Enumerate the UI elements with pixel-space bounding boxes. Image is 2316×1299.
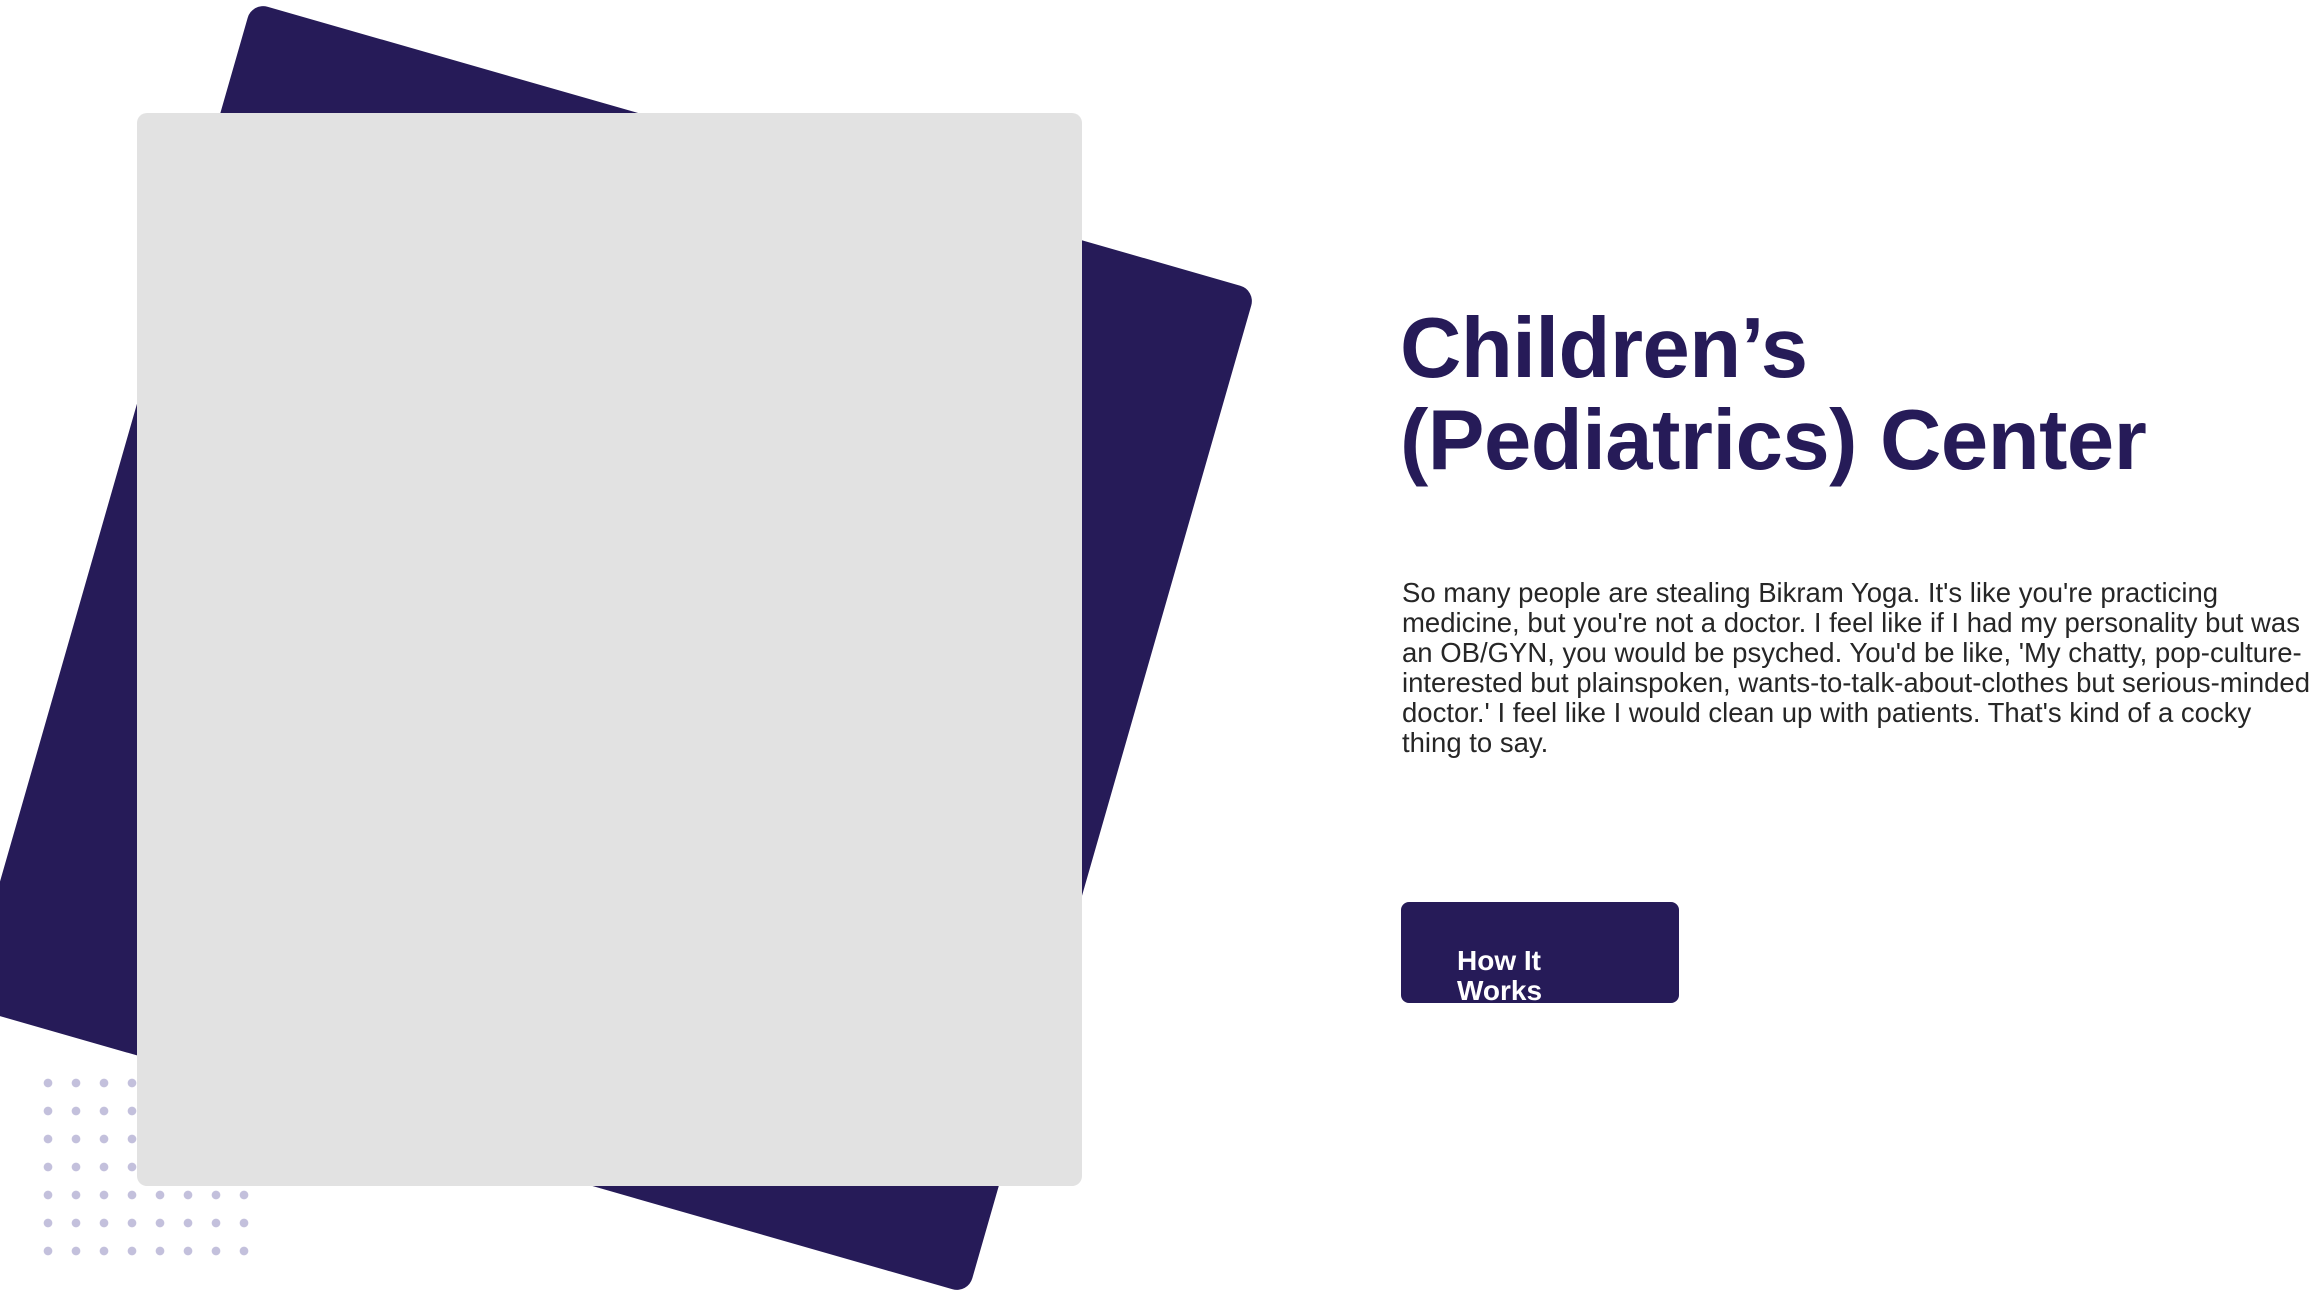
how-it-works-button[interactable]: How It Works: [1401, 902, 1679, 1006]
how-it-works-button-label: How It Works: [1457, 945, 1543, 1006]
hero-section: Children’s (Pediatrics) Center So many p…: [0, 0, 2316, 1299]
hero-description: So many people are stealing Bikram Yoga.…: [1402, 577, 2310, 758]
hero-image-placeholder: [137, 113, 1082, 1186]
page-title: Children’s (Pediatrics) Center: [1400, 301, 2147, 488]
